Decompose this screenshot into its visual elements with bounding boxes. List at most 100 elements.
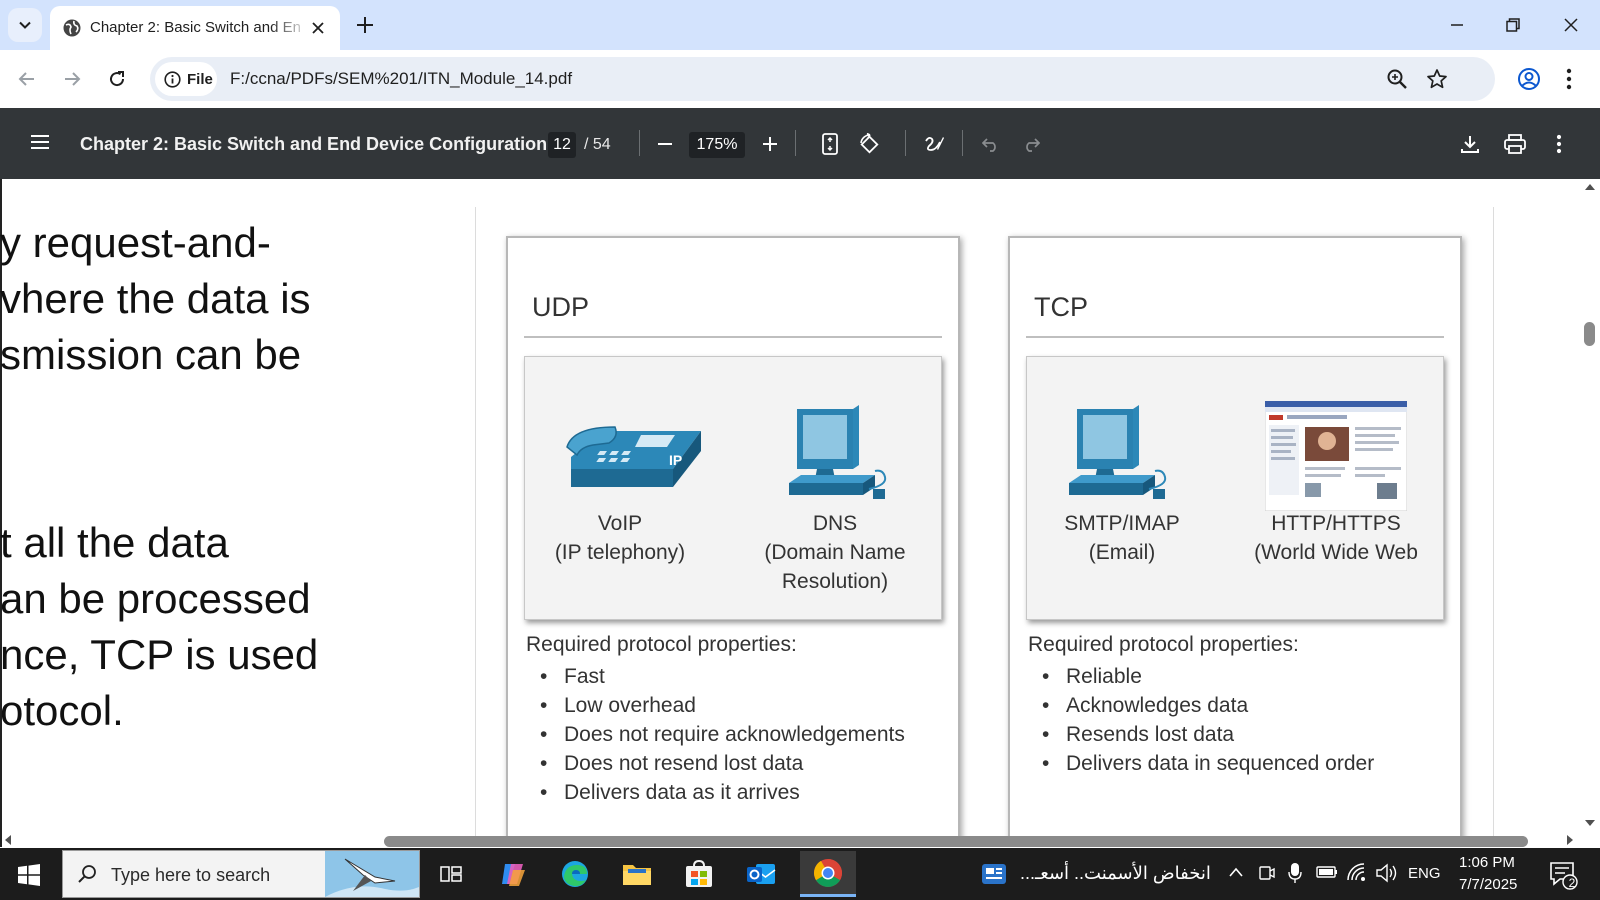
panel-title: TCP — [1034, 292, 1088, 322]
chrome-icon — [813, 858, 843, 888]
outlook-icon — [746, 860, 776, 888]
new-tab-button[interactable] — [354, 14, 376, 36]
body-text-line: nce, TCP is used — [0, 631, 319, 678]
fit-page-button[interactable] — [814, 128, 846, 160]
back-button[interactable] — [12, 64, 42, 94]
app-description: (Email) — [1088, 541, 1156, 564]
minus-icon — [657, 136, 673, 152]
printer-icon — [1504, 134, 1526, 154]
search-icon — [77, 864, 97, 884]
wifi-icon[interactable] — [1346, 863, 1368, 881]
computer-icon — [783, 405, 895, 505]
vertical-scrollbar[interactable] — [1580, 179, 1600, 847]
body-text-line: an be processed — [0, 575, 311, 622]
microphone-icon[interactable] — [1288, 862, 1302, 884]
zoom-out-button[interactable] — [649, 128, 681, 160]
tab-close-button[interactable] — [308, 18, 328, 38]
app-name: DNS — [812, 512, 858, 535]
pdf-toolbar: Chapter 2: Basic Switch and End Device C… — [0, 108, 1600, 179]
print-button[interactable] — [1499, 128, 1531, 160]
panel-divider — [524, 336, 942, 338]
plus-icon — [356, 16, 374, 34]
tab-search-button[interactable] — [8, 8, 42, 42]
globe-icon — [62, 18, 82, 38]
pdf-viewer[interactable]: y request-and- vhere the data is smissio… — [0, 179, 1600, 847]
site-info-chip[interactable]: File — [155, 62, 217, 96]
chevron-up-icon[interactable] — [1228, 866, 1244, 878]
plus-icon — [762, 136, 778, 152]
zoom-level-input[interactable]: 175% — [689, 132, 745, 158]
page-number-input[interactable]: 12 — [548, 132, 576, 158]
meet-camera-icon[interactable] — [1258, 863, 1276, 883]
udp-applications-box: IP VoIP (IP telephony) DNS (Domain Name … — [524, 356, 942, 620]
ip-phone-label: IP — [669, 452, 682, 468]
tcp-properties-list: Reliable Acknowledges data Resends lost … — [1028, 662, 1374, 778]
profile-icon[interactable] — [1517, 67, 1541, 91]
taskbar-search-box[interactable]: Type here to search — [62, 850, 420, 898]
battery-icon[interactable] — [1316, 865, 1338, 879]
scroll-up-icon[interactable] — [1584, 183, 1596, 191]
news-widget-icon[interactable] — [980, 860, 1008, 888]
scroll-down-icon[interactable] — [1584, 819, 1596, 827]
copilot-icon — [499, 860, 527, 888]
outlook-button[interactable] — [738, 854, 784, 894]
file-explorer-button[interactable] — [614, 854, 660, 894]
bookmark-star-icon[interactable] — [1426, 68, 1448, 90]
list-item: Resends lost data — [1028, 720, 1374, 749]
close-window-button[interactable] — [1548, 10, 1594, 40]
edge-button[interactable] — [552, 854, 598, 894]
clock-time[interactable]: 1:06 PM — [1459, 854, 1515, 871]
tcp-panel: TCP SMTP/IMAP (Email) HTTP/HTTPS (World … — [1008, 236, 1462, 847]
zoom-in-button[interactable] — [754, 128, 786, 160]
vertical-scroll-thumb[interactable] — [1584, 322, 1595, 346]
download-icon — [1460, 134, 1480, 154]
chrome-button[interactable] — [800, 851, 856, 897]
search-highlight-bird-icon — [325, 851, 419, 897]
horizontal-scroll-thumb[interactable] — [384, 836, 1528, 847]
app-caption: SMTP/IMAP (Email) — [1027, 509, 1217, 567]
browser-tab-active[interactable]: Chapter 2: Basic Switch and End Device C… — [50, 6, 340, 50]
volume-icon[interactable] — [1376, 863, 1398, 883]
undo-button[interactable] — [975, 128, 1007, 160]
address-bar[interactable]: File F:/ccna/PDFs/SEM%201/ITN_Module_14.… — [150, 57, 1495, 101]
list-item: Low overhead — [526, 691, 905, 720]
app-description: (Domain Name — [764, 541, 906, 564]
zoom-icon[interactable] — [1386, 68, 1408, 90]
scroll-left-icon[interactable] — [4, 834, 12, 846]
download-button[interactable] — [1454, 128, 1486, 160]
restore-button[interactable] — [1490, 10, 1536, 40]
copilot-button[interactable] — [490, 854, 536, 894]
store-icon — [685, 860, 713, 888]
annotate-button[interactable] — [918, 128, 950, 160]
app-description: Resolution) — [781, 570, 889, 593]
scroll-right-icon[interactable] — [1566, 834, 1574, 846]
chevron-down-icon — [18, 18, 32, 32]
redo-button[interactable] — [1015, 128, 1047, 160]
input-language[interactable]: ENG — [1408, 865, 1441, 882]
forward-button[interactable] — [57, 64, 87, 94]
app-caption: VoIP (IP telephony) — [525, 509, 715, 567]
more-options-button[interactable] — [1543, 128, 1575, 160]
rotate-button[interactable] — [854, 128, 886, 160]
kebab-menu-icon[interactable] — [1566, 68, 1572, 90]
reload-button[interactable] — [102, 64, 132, 94]
hamburger-menu-icon[interactable] — [30, 134, 50, 150]
list-item: Does not require acknowledgements — [526, 720, 905, 749]
clock-date[interactable]: 7/7/2025 — [1459, 876, 1517, 893]
body-text-line: otocol. — [0, 687, 124, 734]
app-description: (World Wide Web — [1254, 541, 1418, 564]
task-view-button[interactable] — [428, 854, 474, 894]
app-caption: HTTP/HTTPS (World Wide Web — [1233, 509, 1439, 567]
list-item: Does not resend lost data — [526, 749, 905, 778]
microsoft-store-button[interactable] — [676, 854, 722, 894]
windows-start-icon[interactable] — [18, 864, 40, 886]
search-placeholder: Type here to search — [111, 865, 271, 885]
url-text[interactable]: F:/ccna/PDFs/SEM%201/ITN_Module_14.pdf — [230, 69, 572, 89]
list-item: Acknowledges data — [1028, 691, 1374, 720]
minimize-button[interactable] — [1434, 10, 1480, 40]
edge-icon — [560, 859, 590, 889]
news-headline[interactable]: انخفاض الأسمنت.. أسعـ... — [1020, 863, 1211, 884]
toolbar-separator — [962, 130, 963, 156]
tab-strip: Chapter 2: Basic Switch and End Device C… — [0, 0, 1600, 50]
page-total: / 54 — [584, 136, 611, 153]
